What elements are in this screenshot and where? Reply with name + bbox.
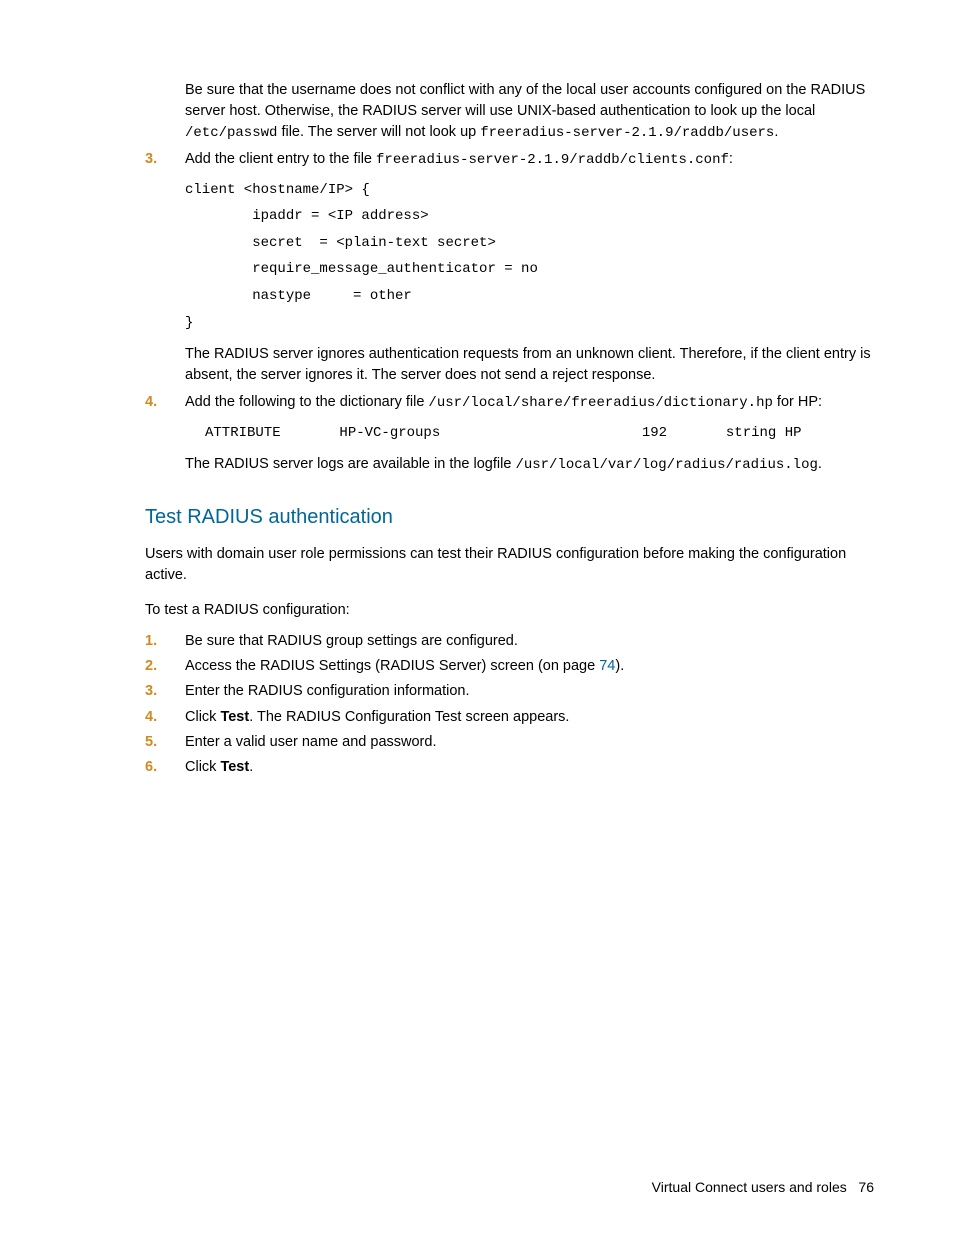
step-number: 6.	[145, 757, 157, 778]
step-number: 3.	[145, 149, 157, 170]
text: The RADIUS server logs are available in …	[185, 456, 515, 472]
footer-label: Virtual Connect users and roles	[652, 1179, 847, 1195]
step-after: The RADIUS server logs are available in …	[185, 454, 874, 475]
page-body: Be sure that the username does not confl…	[0, 0, 954, 778]
text: file. The server will not look up	[277, 124, 480, 140]
text: Enter a valid user name and password.	[185, 734, 436, 750]
list-item: 4. Add the following to the dictionary f…	[145, 392, 874, 475]
step-number: 4.	[145, 392, 157, 413]
text: Add the client entry to the file	[185, 151, 376, 167]
intro-paragraph: Be sure that the username does not confl…	[185, 80, 874, 143]
list-item: 3. Enter the RADIUS configuration inform…	[145, 681, 874, 702]
step-number: 2.	[145, 656, 157, 677]
page-footer: Virtual Connect users and roles 76	[652, 1177, 874, 1197]
text: .	[249, 759, 253, 775]
step-number: 3.	[145, 681, 157, 702]
text: . The RADIUS Configuration Test screen a…	[249, 709, 569, 725]
code-inline: /usr/local/var/log/radius/radius.log	[515, 457, 817, 473]
code-inline: freeradius-server-2.1.9/raddb/clients.co…	[376, 152, 729, 168]
text: Add the following to the dictionary file	[185, 394, 428, 410]
text: Click	[185, 759, 220, 775]
text: :	[729, 151, 733, 167]
code-inline: /usr/local/share/freeradius/dictionary.h…	[428, 395, 772, 411]
code-inline: freeradius-server-2.1.9/raddb/users	[480, 125, 774, 141]
list-item: 4. Click Test. The RADIUS Configuration …	[145, 707, 874, 728]
step-after: The RADIUS server ignores authentication…	[185, 344, 874, 386]
text: Be sure that RADIUS group settings are c…	[185, 633, 518, 649]
code-block: client <hostname/IP> { ipaddr = <IP addr…	[185, 177, 874, 337]
text: Click	[185, 709, 220, 725]
bold-text: Test	[220, 759, 249, 775]
section-heading: Test RADIUS authentication	[145, 503, 874, 532]
code-inline: /etc/passwd	[185, 125, 277, 141]
section-block: Test RADIUS authentication Users with do…	[185, 503, 874, 777]
page-link[interactable]: 74	[599, 658, 615, 674]
text: Be sure that the username does not confl…	[185, 82, 865, 119]
step-number: 5.	[145, 732, 157, 753]
list-item: 6. Click Test.	[145, 757, 874, 778]
list-item: 5. Enter a valid user name and password.	[145, 732, 874, 753]
footer-page: 76	[858, 1179, 874, 1195]
test-steps-list: 1. Be sure that RADIUS group settings ar…	[145, 631, 874, 777]
step-number: 4.	[145, 707, 157, 728]
bold-text: Test	[220, 709, 249, 725]
top-ordered-list: 3. Add the client entry to the file free…	[145, 149, 874, 475]
step-lead: Add the following to the dictionary file…	[185, 392, 874, 413]
section-intro: Users with domain user role permissions …	[145, 544, 874, 586]
text: .	[774, 124, 778, 140]
list-item: 3. Add the client entry to the file free…	[145, 149, 874, 386]
code-block: ATTRIBUTE HP-VC-groups 192 string HP	[205, 420, 874, 447]
step-lead: Add the client entry to the file freerad…	[185, 149, 874, 170]
step-number: 1.	[145, 631, 157, 652]
text: ).	[615, 658, 624, 674]
text: for HP:	[773, 394, 822, 410]
text: Enter the RADIUS configuration informati…	[185, 683, 470, 699]
section-pre-list: To test a RADIUS configuration:	[145, 600, 874, 621]
list-item: 1. Be sure that RADIUS group settings ar…	[145, 631, 874, 652]
intro-block: Be sure that the username does not confl…	[185, 80, 874, 143]
text: Access the RADIUS Settings (RADIUS Serve…	[185, 658, 599, 674]
list-item: 2. Access the RADIUS Settings (RADIUS Se…	[145, 656, 874, 677]
text: .	[818, 456, 822, 472]
